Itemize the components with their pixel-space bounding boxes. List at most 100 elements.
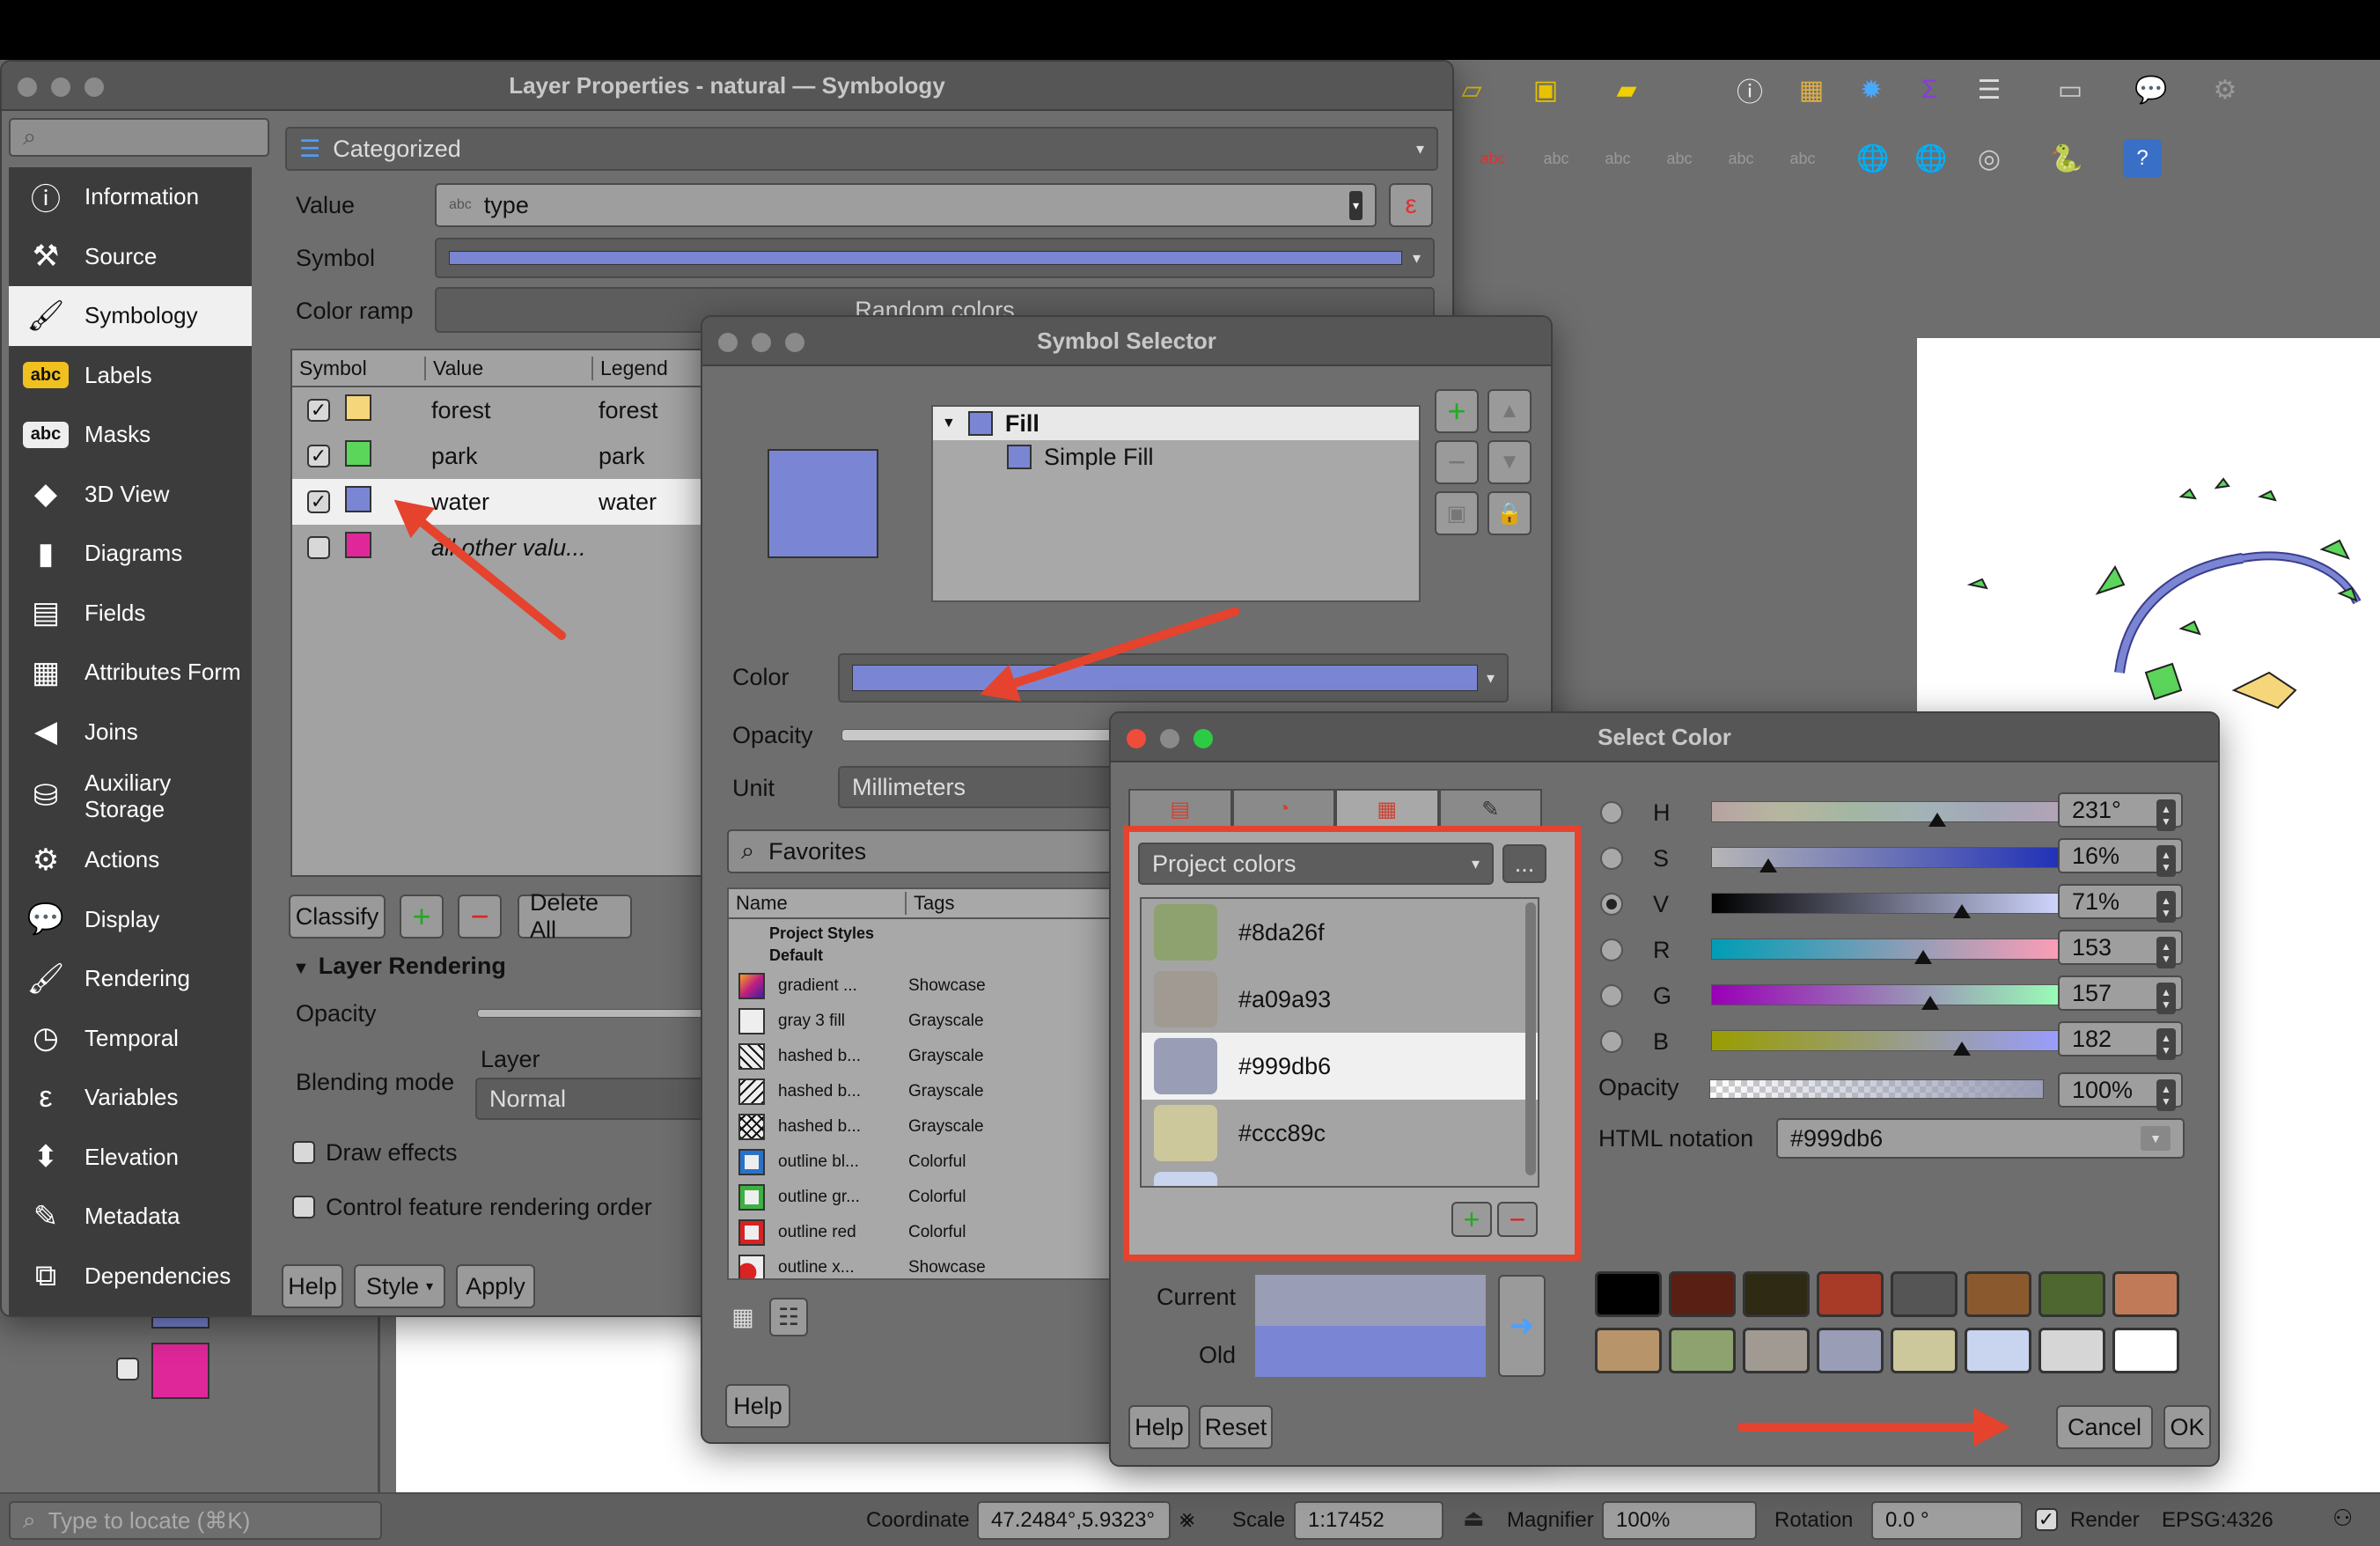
move-up-icon[interactable]: ▲ [1488,389,1532,433]
render-checkbox[interactable]: ✓ [2035,1508,2058,1531]
channel-spinbox[interactable]: 182 ▲ ▼ [2058,1021,2183,1060]
help-button[interactable]: Help [725,1384,790,1428]
sidebar-item-temporal[interactable]: ◷ Temporal [9,1009,252,1069]
color-sampler-tab-icon[interactable]: ✎ [1438,789,1542,829]
table-row[interactable]: all other valu... [292,525,729,571]
color-swatch[interactable] [1965,1271,2031,1317]
label-tool-icon-5[interactable]: abc [1722,139,1760,178]
renderer-select[interactable]: ☰ Categorized ▾ [285,127,1438,171]
category-checkbox[interactable] [307,536,330,559]
locate-bar[interactable]: ⌕ Type to locate (⌘K) [9,1501,382,1540]
icon-view-icon[interactable]: ▦ [724,1298,762,1336]
sidebar-item-diagrams[interactable]: ▮ Diagrams [9,524,252,584]
opacity-slider[interactable] [1709,1079,2044,1099]
help-button[interactable]: Help [282,1264,343,1308]
apply-button[interactable]: Apply [456,1264,535,1308]
scale-field[interactable]: 1:17452 [1294,1501,1443,1540]
maximize-window-button[interactable] [84,77,104,97]
swap-arrow-icon[interactable]: ➜ [1498,1275,1546,1377]
category-swatch[interactable] [345,485,371,512]
control-order-checkbox[interactable] [292,1196,315,1218]
palette-item[interactable]: #999db6 [1142,1033,1538,1100]
channel-radio[interactable] [1600,847,1623,870]
lock-icon[interactable]: ⏏ [1463,1505,1485,1532]
slider-handle-icon[interactable] [1953,904,1971,918]
sidebar-item-variables[interactable]: ε Variables [9,1068,252,1128]
sidebar-item-dependencies[interactable]: ⧉ Dependencies [9,1247,252,1307]
color-swatch[interactable] [2038,1271,2105,1317]
label-icon[interactable]: abc [1473,139,1512,178]
color-swatch[interactable] [2112,1328,2179,1373]
channel-slider[interactable] [1711,1030,2063,1056]
sidebar-item-metadata[interactable]: ✎ Metadata [9,1187,252,1247]
palette-tab-icon[interactable]: ▦ [1335,789,1439,829]
value-field-select[interactable]: abc type ▾ [435,183,1377,227]
remove-layer-icon[interactable]: − [1435,440,1479,484]
category-checkbox[interactable]: ✓ [307,445,330,467]
category-checkbox[interactable]: ✓ [307,399,330,422]
palette-select[interactable]: Project colors ▾ [1138,843,1494,885]
gear-icon[interactable]: ⚙ [2206,70,2244,109]
close-window-button[interactable] [18,77,37,97]
blending-mode-select[interactable]: Normal [475,1078,739,1120]
coordinate-field[interactable]: 47.2484°,5.9323° [977,1501,1171,1540]
sidebar-item-display[interactable]: 💬 Display [9,890,252,950]
tree-item-simple-fill[interactable]: Simple Fill [933,440,1419,474]
channel-slider[interactable] [1711,801,2063,827]
channel-radio[interactable] [1600,939,1623,961]
slider-handle-icon[interactable] [1759,858,1777,872]
lock-layer-icon[interactable]: 🔒 [1488,491,1532,535]
close-window-button[interactable] [1127,729,1146,748]
header-legend[interactable]: Legend [591,356,668,380]
table-row[interactable]: ✓ park park [292,433,729,479]
delete-all-button[interactable]: Delete All [518,889,632,943]
category-swatch[interactable] [345,394,371,421]
statistics-icon[interactable]: Σ [1910,70,1949,109]
list-item[interactable]: hashed b... Grayscale [729,1039,1148,1074]
rotation-field[interactable]: 0.0 ° [1871,1501,2023,1540]
channel-spinbox[interactable]: 71% ▲ ▼ [2058,884,2183,923]
opacity-slider[interactable] [841,729,1132,741]
sidebar-item-auxiliary-storage[interactable]: ⛁ Auxiliary Storage [9,762,252,830]
annotation-icon[interactable]: 💬 [2132,70,2171,109]
add-wms-icon[interactable]: 🌐 [1854,139,1892,178]
old-color-preview[interactable] [1255,1326,1486,1377]
sidebar-search[interactable]: ⌕ [9,118,269,157]
sidebar-item-symbology[interactable]: 🖌 Symbology [9,286,252,346]
duplicate-layer-icon[interactable]: ▣ [1435,491,1479,535]
color-swatch[interactable] [1669,1328,1736,1373]
crs-button[interactable]: EPSG:4326 [2162,1508,2273,1533]
slider-handle-icon[interactable] [1921,996,1939,1010]
channel-radio[interactable] [1600,984,1623,1007]
header-value[interactable]: Value [424,356,591,380]
sidebar-item-masks[interactable]: abc Masks [9,405,252,465]
channel-radio[interactable] [1600,893,1623,916]
header-name[interactable]: Name [729,892,905,915]
attribute-table-icon[interactable]: ☰ [1970,70,2009,109]
settings-icon[interactable]: ✹ [1852,70,1891,109]
color-swatch[interactable] [1965,1328,2031,1373]
list-item[interactable]: outline bl... Colorful [729,1145,1148,1180]
channel-spinbox[interactable]: 231° ▲ ▼ [2058,792,2183,831]
group-project-styles[interactable]: Project Styles [729,919,1148,943]
color-swatch[interactable] [1891,1271,1958,1317]
sidebar-item-fields[interactable]: ▤ Fields [9,584,252,644]
draw-effects-checkbox[interactable] [292,1141,315,1164]
palette-scrollbar[interactable] [1525,902,1536,1175]
move-down-icon[interactable]: ▼ [1488,440,1532,484]
deselect-icon[interactable]: ▣ [1526,70,1565,109]
channel-spinbox[interactable]: 157 ▲ ▼ [2058,975,2183,1014]
select-icon[interactable]: ▰ [1607,70,1646,109]
palette-item[interactable]: #a09a93 [1142,966,1538,1033]
palette-item-partial[interactable] [1142,1167,1538,1186]
reset-button[interactable]: Reset [1199,1405,1273,1449]
minimize-window-button[interactable] [1160,729,1179,748]
header-tags[interactable]: Tags [905,892,954,915]
color-swatch[interactable] [1595,1328,1662,1373]
opacity-spinbox[interactable]: 100% ▲ ▼ [2058,1072,2183,1111]
list-item[interactable]: gray 3 fill Grayscale [729,1004,1148,1039]
palette-item[interactable]: #8da26f [1142,899,1538,966]
label-tool-icon-3[interactable]: abc [1598,139,1637,178]
category-checkbox[interactable]: ✓ [307,490,330,513]
sidebar-item-elevation[interactable]: ⬍ Elevation [9,1128,252,1188]
